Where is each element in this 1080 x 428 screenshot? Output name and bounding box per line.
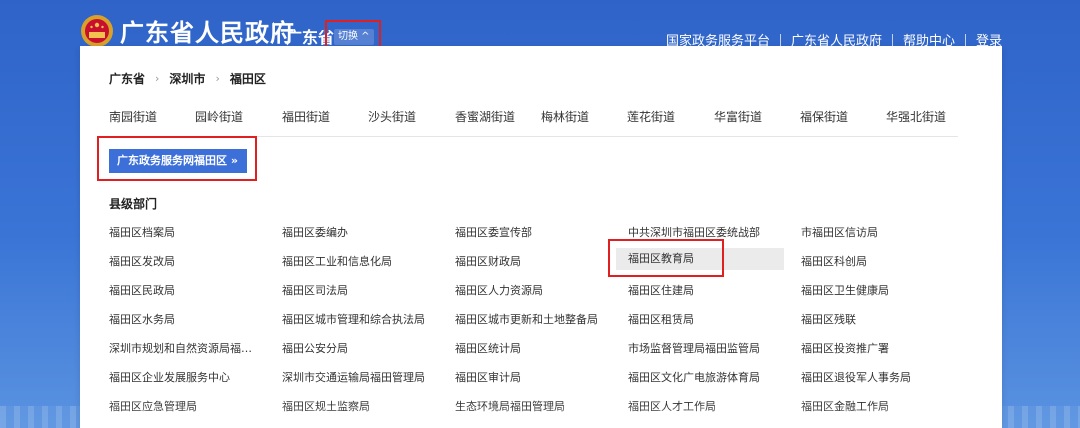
highlight-box-portal [97, 136, 257, 181]
street-item[interactable]: 福田街道 [282, 108, 330, 125]
street-item[interactable]: 南园街道 [109, 108, 157, 125]
department-item[interactable]: 福田区民政局 [109, 282, 269, 298]
link-divider [779, 33, 781, 46]
department-item[interactable]: 福田区投资推广署 [801, 340, 961, 356]
department-item[interactable]: 福田区司法局 [282, 282, 442, 298]
department-item[interactable]: 深圳市交通运输局福田管理局 [282, 369, 442, 385]
department-item[interactable]: 福田区科创局 [801, 253, 961, 269]
department-item[interactable]: 福田区发改局 [109, 253, 269, 269]
street-item[interactable]: 园岭街道 [195, 108, 243, 125]
department-item[interactable]: 福田区委宣传部 [455, 224, 615, 240]
site-title[interactable]: 广东省人民政府 [120, 13, 295, 48]
highlight-box-department [608, 239, 724, 277]
link-divider [964, 33, 966, 46]
department-item[interactable]: 福田区租赁局 [628, 311, 788, 327]
department-item[interactable]: 福田区卫生健康局 [801, 282, 961, 298]
breadcrumb-province[interactable]: 广东省 [109, 70, 145, 87]
top-bar: 广东省人民政府 广东省 切换 ^ 国家政务服务平台 广东省人民政府 帮助中心 登… [0, 0, 1080, 54]
department-item[interactable]: 福田区统计局 [455, 340, 615, 356]
street-item[interactable]: 香蜜湖街道 [455, 108, 515, 125]
chevron-right-icon: › [155, 72, 160, 85]
department-item[interactable]: 福田区企业发展服务中心 [109, 369, 269, 385]
department-item[interactable]: 福田区人力资源局 [455, 282, 615, 298]
department-item[interactable]: 福田区城市管理和综合执法局 [282, 311, 442, 327]
department-item[interactable]: 福田区城市更新和土地整备局 [455, 311, 615, 327]
department-item[interactable]: 市场监督管理局福田监管局 [628, 340, 788, 356]
section-title-county-departments: 县级部门 [109, 197, 158, 211]
link-divider [891, 33, 893, 46]
street-item[interactable]: 沙头街道 [368, 108, 416, 125]
region-switch-panel: 广东省 › 深圳市 › 福田区 南园街道 园岭街道 福田街道 沙头街道 香蜜湖街… [80, 46, 1002, 428]
breadcrumb-district[interactable]: 福田区 [230, 70, 266, 87]
department-item[interactable]: 福田公安分局 [282, 340, 442, 356]
department-item[interactable]: 福田区档案局 [109, 224, 269, 240]
street-item[interactable]: 华强北街道 [886, 108, 946, 125]
department-item[interactable]: 福田区财政局 [455, 253, 615, 269]
city-skyline-background [0, 406, 1080, 428]
title-divider [273, 22, 274, 42]
department-item[interactable]: 福田区残联 [801, 311, 961, 327]
department-item[interactable]: 福田区水务局 [109, 311, 269, 327]
department-item[interactable]: 福田区住建局 [628, 282, 788, 298]
street-item[interactable]: 华富街道 [714, 108, 762, 125]
department-item[interactable]: 福田区委编办 [282, 224, 442, 240]
street-item[interactable]: 莲花街道 [627, 108, 675, 125]
department-item[interactable]: 市福田区信访局 [801, 224, 961, 240]
chevron-right-icon: › [215, 72, 220, 85]
department-item[interactable]: 中共深圳市福田区委统战部 [628, 224, 788, 240]
street-list: 南园街道 园岭街道 福田街道 沙头街道 香蜜湖街道 梅林街道 莲花街道 华富街道… [109, 108, 959, 124]
breadcrumb: 广东省 › 深圳市 › 福田区 [109, 70, 266, 87]
national-emblem-icon [81, 15, 113, 47]
department-item[interactable]: 深圳市规划和自然资源局福… [109, 340, 269, 356]
breadcrumb-city[interactable]: 深圳市 [169, 70, 205, 87]
street-item[interactable]: 梅林街道 [541, 108, 589, 125]
street-item[interactable]: 福保街道 [800, 108, 848, 125]
department-item[interactable]: 福田区工业和信息化局 [282, 253, 442, 269]
department-item[interactable]: 福田区文化广电旅游体育局 [628, 369, 788, 385]
department-item[interactable]: 福田区退役军人事务局 [801, 369, 961, 385]
department-item[interactable]: 福田区审计局 [455, 369, 615, 385]
